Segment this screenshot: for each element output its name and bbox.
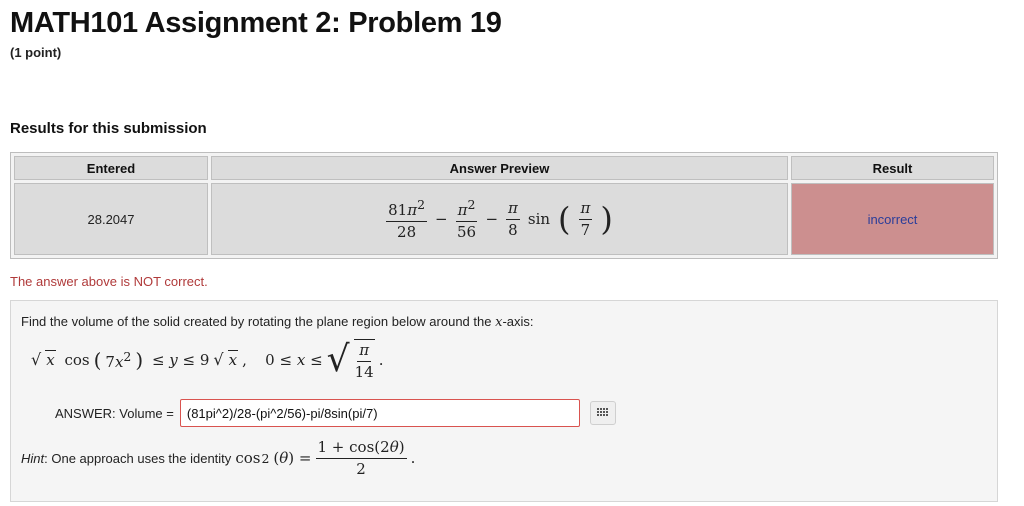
grid-icon xyxy=(596,408,608,416)
answer-label: ANSWER: Volume = xyxy=(55,405,174,421)
column-header-result: Result xyxy=(791,156,994,180)
answer-input[interactable] xyxy=(179,399,580,427)
status-message: The answer above is NOT correct. xyxy=(10,274,208,289)
column-header-entered: Entered xyxy=(14,156,208,180)
hint-text: : One approach uses the identity xyxy=(44,450,232,466)
result-status: incorrect xyxy=(791,183,994,255)
results-heading: Results for this submission xyxy=(10,120,207,137)
equation-editor-button[interactable] xyxy=(589,401,616,425)
results-table: Entered Answer Preview Result 28.2047 81… xyxy=(10,152,998,259)
hint-identity: cos 2 (θ) = 1 + cos(2θ) 2. xyxy=(235,438,416,478)
column-header-answer-preview: Answer Preview xyxy=(211,156,788,180)
table-row: 28.2047 81π2 28 − π2 56 − π8 sin(π 7) incor… xyxy=(14,183,994,255)
page-title: MATH101 Assignment 2: Problem 19 xyxy=(10,7,502,39)
answer-preview: 81π2 28 − π2 56 − π8 sin(π 7) xyxy=(211,183,788,255)
hint: Hint: One approach uses the identity cos… xyxy=(21,439,415,477)
answer-row: ANSWER: Volume = xyxy=(55,399,616,427)
region-inequality: √ x cos(7x2) ≤ y ≤ 9 √ x, 0 ≤ x ≤ √ π 14. xyxy=(31,338,384,381)
answer-preview-math: 81π2 28 − π2 56 − π8 sin(π 7) xyxy=(386,197,613,241)
points-label: (1 point) xyxy=(10,45,62,60)
hint-label: Hint xyxy=(21,450,45,466)
problem-box: Find the volume of the solid created by … xyxy=(10,300,998,502)
problem-statement: Find the volume of the solid created by … xyxy=(21,314,534,330)
entered-value: 28.2047 xyxy=(14,183,208,255)
